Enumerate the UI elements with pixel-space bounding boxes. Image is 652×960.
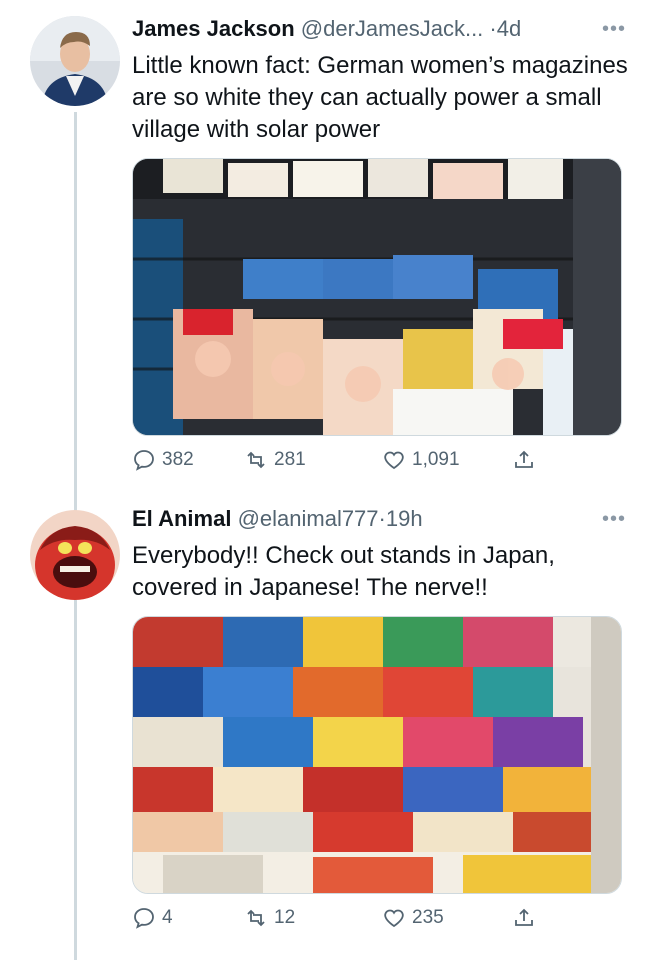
display-name[interactable]: James Jackson xyxy=(132,16,295,41)
reply-button[interactable]: 382 xyxy=(132,448,194,472)
heart-icon xyxy=(384,909,404,928)
manga-stand-photo xyxy=(133,617,621,893)
retweet-count: 12 xyxy=(274,907,296,928)
reply-icon xyxy=(134,908,154,929)
timestamp[interactable]: 4d xyxy=(497,16,521,41)
separator: · xyxy=(378,506,386,531)
more-horizontal-icon[interactable]: ••• xyxy=(602,504,626,534)
heart-icon xyxy=(384,451,404,470)
tweet-text: Little known fact: German women’s magazi… xyxy=(132,52,628,143)
reply-button[interactable]: 4 xyxy=(132,906,173,930)
like-count: 235 xyxy=(412,907,444,928)
retweet-button[interactable]: 12 xyxy=(244,906,295,930)
share-icon xyxy=(515,450,533,468)
tweet[interactable]: El Animal @elanimal777·19h ••• Everybody… xyxy=(0,490,652,960)
avatar[interactable] xyxy=(30,510,120,600)
tweet-text: Everybody!! Check out stands in Japan, c… xyxy=(132,542,555,601)
avatar[interactable] xyxy=(30,16,120,106)
retweet-count: 281 xyxy=(274,449,306,470)
share-button[interactable] xyxy=(512,906,536,930)
like-button[interactable]: 1,091 xyxy=(382,448,460,472)
tweet-photo[interactable] xyxy=(132,158,622,436)
user-handle[interactable]: @derJamesJack... xyxy=(301,16,484,41)
magazine-rack-photo xyxy=(133,159,621,435)
like-count: 1,091 xyxy=(412,449,460,470)
tweet[interactable]: James Jackson @derJamesJack... ·4d ••• L… xyxy=(0,0,652,490)
reply-icon xyxy=(134,450,154,471)
like-button[interactable]: 235 xyxy=(382,906,444,930)
retweet-icon xyxy=(247,451,265,469)
tweet-actions: 382 281 1,091 xyxy=(132,448,552,478)
retweet-icon xyxy=(247,909,265,927)
tweet-actions: 4 12 235 xyxy=(132,906,552,936)
tweet-header: James Jackson @derJamesJack... ·4d ••• xyxy=(132,14,626,44)
reply-count: 4 xyxy=(162,907,173,928)
retweet-button[interactable]: 281 xyxy=(244,448,306,472)
tweet-photo[interactable] xyxy=(132,616,622,894)
timestamp[interactable]: 19h xyxy=(386,506,423,531)
share-button[interactable] xyxy=(512,448,536,472)
tweet-header: El Animal @elanimal777·19h ••• xyxy=(132,504,626,534)
reply-count: 382 xyxy=(162,449,194,470)
display-name[interactable]: El Animal xyxy=(132,506,231,531)
share-icon xyxy=(515,908,533,926)
more-horizontal-icon[interactable]: ••• xyxy=(602,14,626,44)
user-handle[interactable]: @elanimal777 xyxy=(238,506,379,531)
separator: · xyxy=(489,16,497,41)
